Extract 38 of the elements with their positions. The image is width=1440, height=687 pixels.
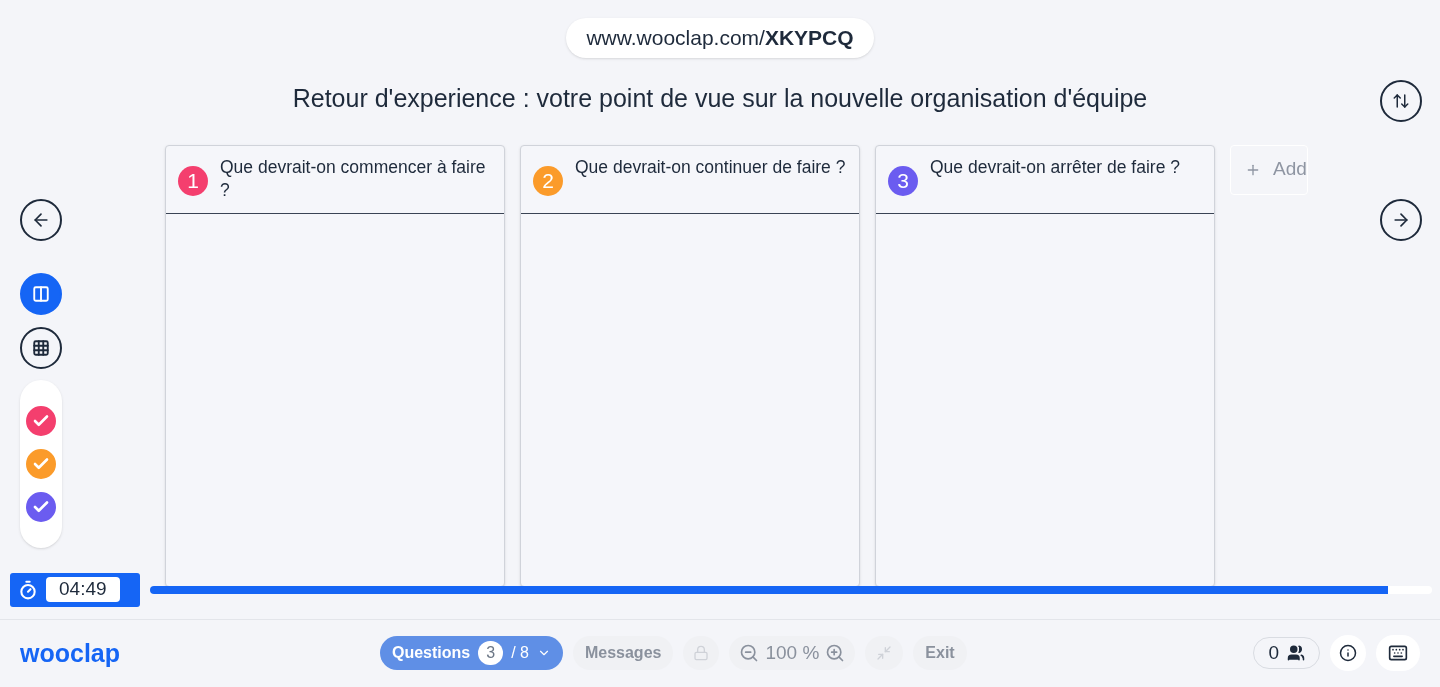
add-column-button[interactable]: Add: [1230, 144, 1308, 195]
previous-button[interactable]: [20, 198, 62, 241]
column-view-button[interactable]: [20, 272, 62, 315]
page-title: Retour d'experience : votre point de vue sur la nouvelle organisation d'équipe: [292, 83, 1148, 114]
column-title: Que devrait-on commencer à faire ?: [220, 155, 487, 202]
grid-view-button[interactable]: [20, 326, 62, 369]
timer-value: 04:49: [46, 577, 120, 602]
info-button[interactable]: [1330, 635, 1366, 672]
keyboard-button[interactable]: [1376, 635, 1420, 672]
column-number: 2: [533, 165, 563, 196]
wooclap-logo: wooclap: [20, 637, 121, 669]
questions-button[interactable]: Questions 3 / 8: [380, 636, 563, 671]
exit-button[interactable]: Exit: [913, 636, 967, 671]
stopwatch-icon: [18, 579, 38, 600]
zoom-out-icon[interactable]: [739, 643, 760, 664]
columns-icon: [32, 284, 50, 303]
expand-button[interactable]: [1380, 80, 1422, 122]
vertical-arrows-icon: [1392, 92, 1410, 110]
column-title: Que devrait-on continuer de faire ?: [575, 155, 846, 179]
url-pill: www.wooclap.com/XKYPCQ: [566, 18, 874, 58]
shrink-icon: [876, 645, 893, 662]
messages-button[interactable]: Messages: [572, 636, 674, 671]
question-total: / 8: [511, 643, 529, 664]
column-number: 1: [178, 165, 208, 196]
zoom-in-icon[interactable]: [825, 643, 846, 664]
column-number: 3: [888, 165, 918, 196]
column-title: Que devrait-on arrêter de faire ?: [930, 155, 1180, 179]
keyboard-icon: [1388, 643, 1408, 664]
people-icon: [1287, 644, 1305, 663]
current-question: 3: [478, 641, 504, 666]
next-button[interactable]: [1380, 198, 1422, 241]
filter-toggle[interactable]: [26, 448, 56, 479]
grid-icon: [32, 338, 50, 357]
filter-toggle[interactable]: [26, 491, 56, 522]
info-icon: [1339, 644, 1357, 663]
lock-icon: [693, 645, 710, 662]
zoom-level: 100 %: [765, 641, 820, 665]
filter-toggle[interactable]: [26, 405, 56, 436]
